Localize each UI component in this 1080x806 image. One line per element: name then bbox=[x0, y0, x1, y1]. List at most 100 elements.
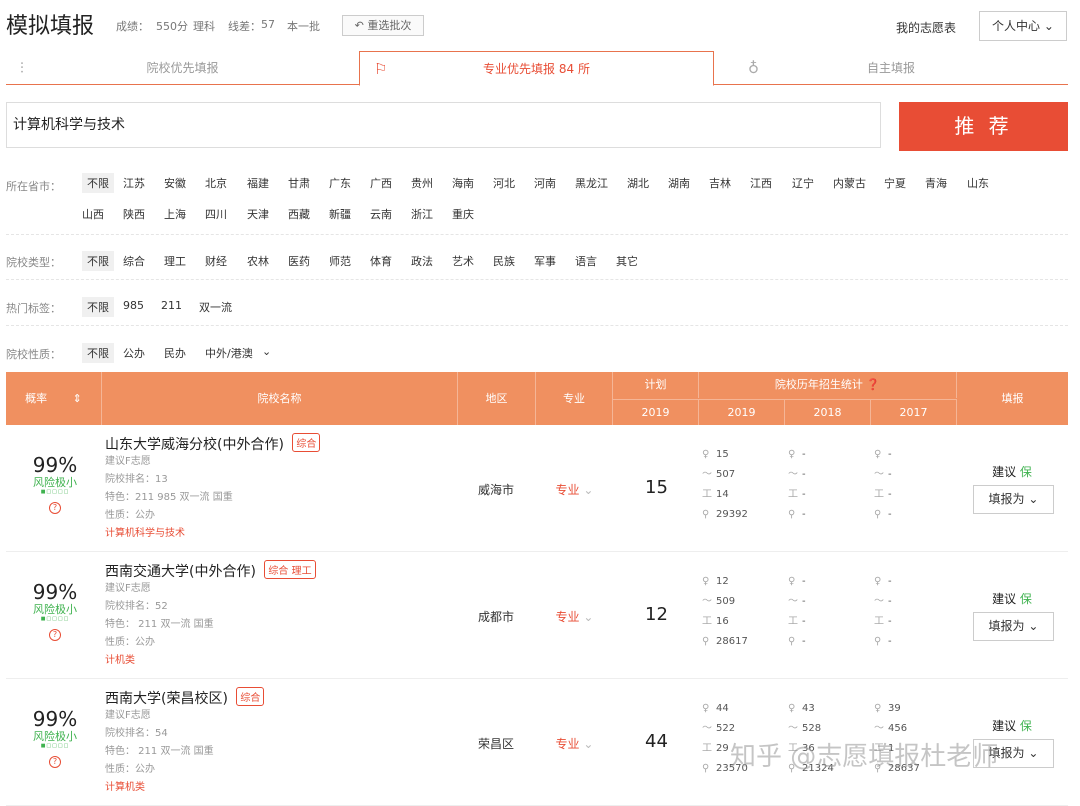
advice-cell: 建议 保 bbox=[992, 592, 1032, 606]
filter-option[interactable]: 山东 bbox=[967, 175, 989, 191]
nature-filter: 院校性质： 不限 公办 民办 中外/港澳 ⌄ bbox=[6, 343, 1068, 365]
filter-option[interactable]: 江苏 bbox=[123, 175, 145, 191]
filter-option[interactable]: 广西 bbox=[370, 175, 392, 191]
filter-option[interactable]: 河北 bbox=[493, 175, 515, 191]
filter-option[interactable]: 军事 bbox=[534, 253, 556, 269]
prob-header[interactable]: 概率 ⇕ bbox=[6, 372, 102, 425]
help-icon[interactable]: ❓ bbox=[866, 378, 880, 391]
university-name[interactable]: 西南大学(荣昌校区) bbox=[105, 691, 228, 707]
filter-option[interactable]: 北京 bbox=[205, 175, 227, 191]
major-name[interactable]: 计算机类 bbox=[105, 779, 214, 797]
rank-text: 院校排名：13 bbox=[105, 474, 168, 485]
filter-option[interactable]: 财经 bbox=[205, 253, 227, 269]
stat-column-s2017: ♀ - 〜 - 工 - ⚲ - bbox=[874, 445, 892, 525]
major-dropdown[interactable]: 专业 ⌄ bbox=[536, 735, 613, 752]
plan-header: 计划 bbox=[613, 372, 699, 398]
filter-option[interactable]: 辽宁 bbox=[792, 175, 814, 191]
filter-option[interactable]: 农林 bbox=[247, 253, 269, 269]
filter-option[interactable]: 语言 bbox=[575, 253, 597, 269]
filter-option[interactable]: 海南 bbox=[452, 175, 474, 191]
question-icon[interactable]: ? bbox=[49, 629, 61, 641]
filter-option[interactable]: 不限 bbox=[82, 343, 114, 363]
filter-option[interactable]: 山西 bbox=[82, 206, 104, 222]
filter-option[interactable]: 陕西 bbox=[123, 206, 145, 222]
stat-value: 43 bbox=[802, 703, 815, 714]
reselect-batch-button[interactable]: ↶ 重选批次 bbox=[342, 15, 424, 36]
question-icon[interactable]: ? bbox=[49, 502, 61, 514]
filter-option[interactable]: 西藏 bbox=[288, 206, 310, 222]
undo-icon: ↶ bbox=[354, 19, 364, 32]
filter-option[interactable]: 吉林 bbox=[709, 175, 731, 191]
filter-option[interactable]: 理工 bbox=[164, 253, 186, 269]
filter-option[interactable]: 中外/港澳 bbox=[205, 345, 253, 361]
fill-as-dropdown[interactable]: 填报为 ⌄ bbox=[973, 485, 1054, 514]
filter-option[interactable]: 福建 bbox=[247, 175, 269, 191]
divider bbox=[6, 234, 1068, 235]
filter-option[interactable]: 甘肃 bbox=[288, 175, 310, 191]
university-name[interactable]: 山东大学威海分校(中外合作) bbox=[105, 437, 284, 453]
filter-option[interactable]: 不限 bbox=[82, 251, 114, 271]
major-dropdown[interactable]: 专业 ⌄ bbox=[536, 608, 613, 625]
question-icon[interactable]: ? bbox=[49, 756, 61, 768]
major-name[interactable]: 计机类 bbox=[105, 652, 214, 670]
filter-option[interactable]: 新疆 bbox=[329, 206, 351, 222]
suggest-text: 建议F志愿 bbox=[105, 710, 151, 721]
filter-option[interactable]: 师范 bbox=[329, 253, 351, 269]
filter-option[interactable]: 重庆 bbox=[452, 206, 474, 222]
search-input[interactable]: 计算机科学与技术 bbox=[6, 102, 881, 148]
filter-option[interactable]: 天津 bbox=[247, 206, 269, 222]
filter-option[interactable]: 安徽 bbox=[164, 175, 186, 191]
filter-option[interactable]: 上海 bbox=[164, 206, 186, 222]
tab-college-first[interactable]: ⫶ 院校优先填报 bbox=[6, 51, 359, 85]
plan-count: 12 bbox=[645, 604, 668, 625]
filter-option[interactable]: 广东 bbox=[329, 175, 351, 191]
filter-option[interactable]: 艺术 bbox=[452, 253, 474, 269]
filter-option[interactable]: 公办 bbox=[123, 345, 145, 361]
filter-option[interactable]: 综合 bbox=[123, 253, 145, 269]
filter-option[interactable]: 211 bbox=[161, 299, 182, 312]
rank-icon: 工 bbox=[788, 489, 798, 500]
filter-option[interactable]: 四川 bbox=[205, 206, 227, 222]
filter-option[interactable]: 湖南 bbox=[668, 175, 690, 191]
filter-option[interactable]: 河南 bbox=[534, 175, 556, 191]
filter-option[interactable]: 政法 bbox=[411, 253, 433, 269]
plan-count: 44 bbox=[645, 731, 668, 752]
filter-option[interactable]: 体育 bbox=[370, 253, 392, 269]
trend-icon: 〜 bbox=[788, 469, 798, 480]
tab-major-first[interactable]: ⚐ 专业优先填报 84 所 bbox=[359, 51, 714, 86]
filter-option[interactable]: 不限 bbox=[82, 297, 114, 317]
filter-option[interactable]: 985 bbox=[123, 299, 144, 312]
filter-option[interactable]: 浙江 bbox=[411, 206, 433, 222]
location-icon: ⚲ bbox=[874, 509, 882, 520]
sort-icon[interactable]: ⇕ bbox=[73, 392, 82, 405]
stat-value: - bbox=[888, 469, 892, 480]
filter-option[interactable]: 湖北 bbox=[627, 175, 649, 191]
filter-option[interactable]: 其它 bbox=[616, 253, 638, 269]
filter-option[interactable]: 云南 bbox=[370, 206, 392, 222]
my-volunteer-link[interactable]: 我的志愿表 bbox=[896, 19, 956, 36]
filter-option[interactable]: 双一流 bbox=[199, 299, 232, 315]
filter-option[interactable]: 民族 bbox=[493, 253, 515, 269]
mode-tabs: ⫶ 院校优先填报 ⚐ 专业优先填报 84 所 ♁ 自主填报 bbox=[6, 51, 1068, 86]
filter-option[interactable]: 医药 bbox=[288, 253, 310, 269]
filter-option[interactable]: 民办 bbox=[164, 345, 186, 361]
major-name[interactable]: 计算机科学与技术 bbox=[105, 525, 233, 543]
personal-center-dropdown[interactable]: 个人中心 ⌄ bbox=[979, 11, 1067, 41]
fill-as-dropdown[interactable]: 填报为 ⌄ bbox=[973, 612, 1054, 641]
filter-option[interactable]: 不限 bbox=[82, 173, 114, 193]
filter-option[interactable]: 内蒙古 bbox=[833, 175, 866, 191]
tab-self-fill[interactable]: ♁ 自主填报 bbox=[714, 51, 1068, 85]
filter-option[interactable]: 宁夏 bbox=[884, 175, 906, 191]
filter-option[interactable]: 青海 bbox=[925, 175, 947, 191]
filter-option[interactable]: 黑龙江 bbox=[575, 175, 608, 191]
region-cell: 威海市 bbox=[477, 483, 514, 497]
recommend-button[interactable]: 推 荐 bbox=[899, 102, 1068, 151]
university-name-cell: 西南交通大学(中外合作) 综合 理工 bbox=[105, 560, 316, 581]
person-icon: ♀ bbox=[702, 449, 710, 460]
category-tag: 综合 bbox=[292, 433, 321, 452]
line-diff-label: 线差： bbox=[228, 20, 261, 33]
filter-option[interactable]: 江西 bbox=[750, 175, 772, 191]
major-dropdown[interactable]: 专业 ⌄ bbox=[536, 481, 613, 498]
university-name[interactable]: 西南交通大学(中外合作) bbox=[105, 564, 256, 580]
filter-option[interactable]: 贵州 bbox=[411, 175, 433, 191]
